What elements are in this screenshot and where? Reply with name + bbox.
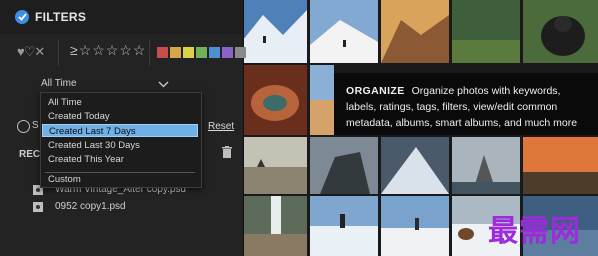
filters-header[interactable]: FILTERS <box>0 0 243 34</box>
star-icon: ☆☆☆☆☆ <box>78 42 147 58</box>
trash-icon[interactable] <box>222 146 232 158</box>
filters-title: FILTERS <box>35 10 87 24</box>
search-label: S <box>32 120 39 131</box>
photo-thumbnail[interactable] <box>523 137 598 194</box>
photo-thumbnail[interactable] <box>452 137 520 194</box>
option-created-last-30-days[interactable]: Created Last 30 Days <box>42 139 198 152</box>
star-rating[interactable]: ≥☆☆☆☆☆ <box>70 42 146 59</box>
photo-thumbnail[interactable] <box>243 196 307 256</box>
option-custom[interactable]: Custom <box>42 173 198 186</box>
option-created-today[interactable]: Created Today <box>42 110 198 123</box>
color-label-swatch[interactable] <box>222 47 233 58</box>
divider <box>149 40 150 66</box>
option-created-last-7-days[interactable]: Created Last 7 Days <box>42 124 198 137</box>
color-label-swatch[interactable] <box>235 47 246 58</box>
watermark-logo: 最需网 <box>488 214 581 249</box>
organize-banner: ORGANIZE Organize photos with keywords, l… <box>334 73 598 135</box>
banner-heading: ORGANIZE <box>346 85 405 97</box>
color-label-swatch[interactable] <box>170 47 181 58</box>
photo-thumbnail[interactable] <box>381 0 449 63</box>
option-created-this-year[interactable]: Created This Year <box>42 153 198 166</box>
photo-thumbnail[interactable] <box>523 0 598 63</box>
reset-link[interactable]: Reset <box>208 121 234 132</box>
time-filter-value: All Time <box>41 78 77 89</box>
time-filter-dropdown: All Time Created Today Created Last 7 Da… <box>40 92 202 188</box>
photo-thumbnail[interactable] <box>243 65 307 135</box>
color-label-filter <box>157 47 248 58</box>
greater-equal-icon: ≥ <box>70 42 79 58</box>
photo-thumbnail[interactable] <box>310 0 378 63</box>
photo-thumbnail[interactable] <box>452 0 520 63</box>
time-filter-select[interactable]: All Time <box>41 78 171 91</box>
color-label-swatch[interactable] <box>196 47 207 58</box>
photo-thumbnail[interactable] <box>243 0 307 63</box>
color-label-swatch[interactable] <box>157 47 168 58</box>
image-file-icon <box>33 202 43 212</box>
chevron-down-icon <box>158 78 169 89</box>
rating-filter-row: ♥♡✕ ≥☆☆☆☆☆ <box>0 34 246 70</box>
heart-icon[interactable]: ♥♡✕ <box>17 44 45 60</box>
divider <box>58 40 59 66</box>
option-all-time[interactable]: All Time <box>42 96 198 109</box>
photo-thumbnail[interactable] <box>381 196 449 256</box>
color-label-swatch[interactable] <box>209 47 220 58</box>
color-label-swatch[interactable] <box>183 47 194 58</box>
photo-thumbnail[interactable] <box>310 196 378 256</box>
search-icon[interactable] <box>17 120 30 133</box>
photo-thumbnail[interactable] <box>381 137 449 194</box>
photo-thumbnail[interactable] <box>310 65 334 135</box>
photo-thumbnail[interactable] <box>310 137 378 194</box>
banner-text: ORGANIZE Organize photos with keywords, l… <box>346 83 592 131</box>
file-name: 0952 copy1.psd <box>55 201 126 212</box>
checkmark-icon[interactable] <box>15 10 29 24</box>
photo-thumbnail[interactable] <box>243 137 307 194</box>
